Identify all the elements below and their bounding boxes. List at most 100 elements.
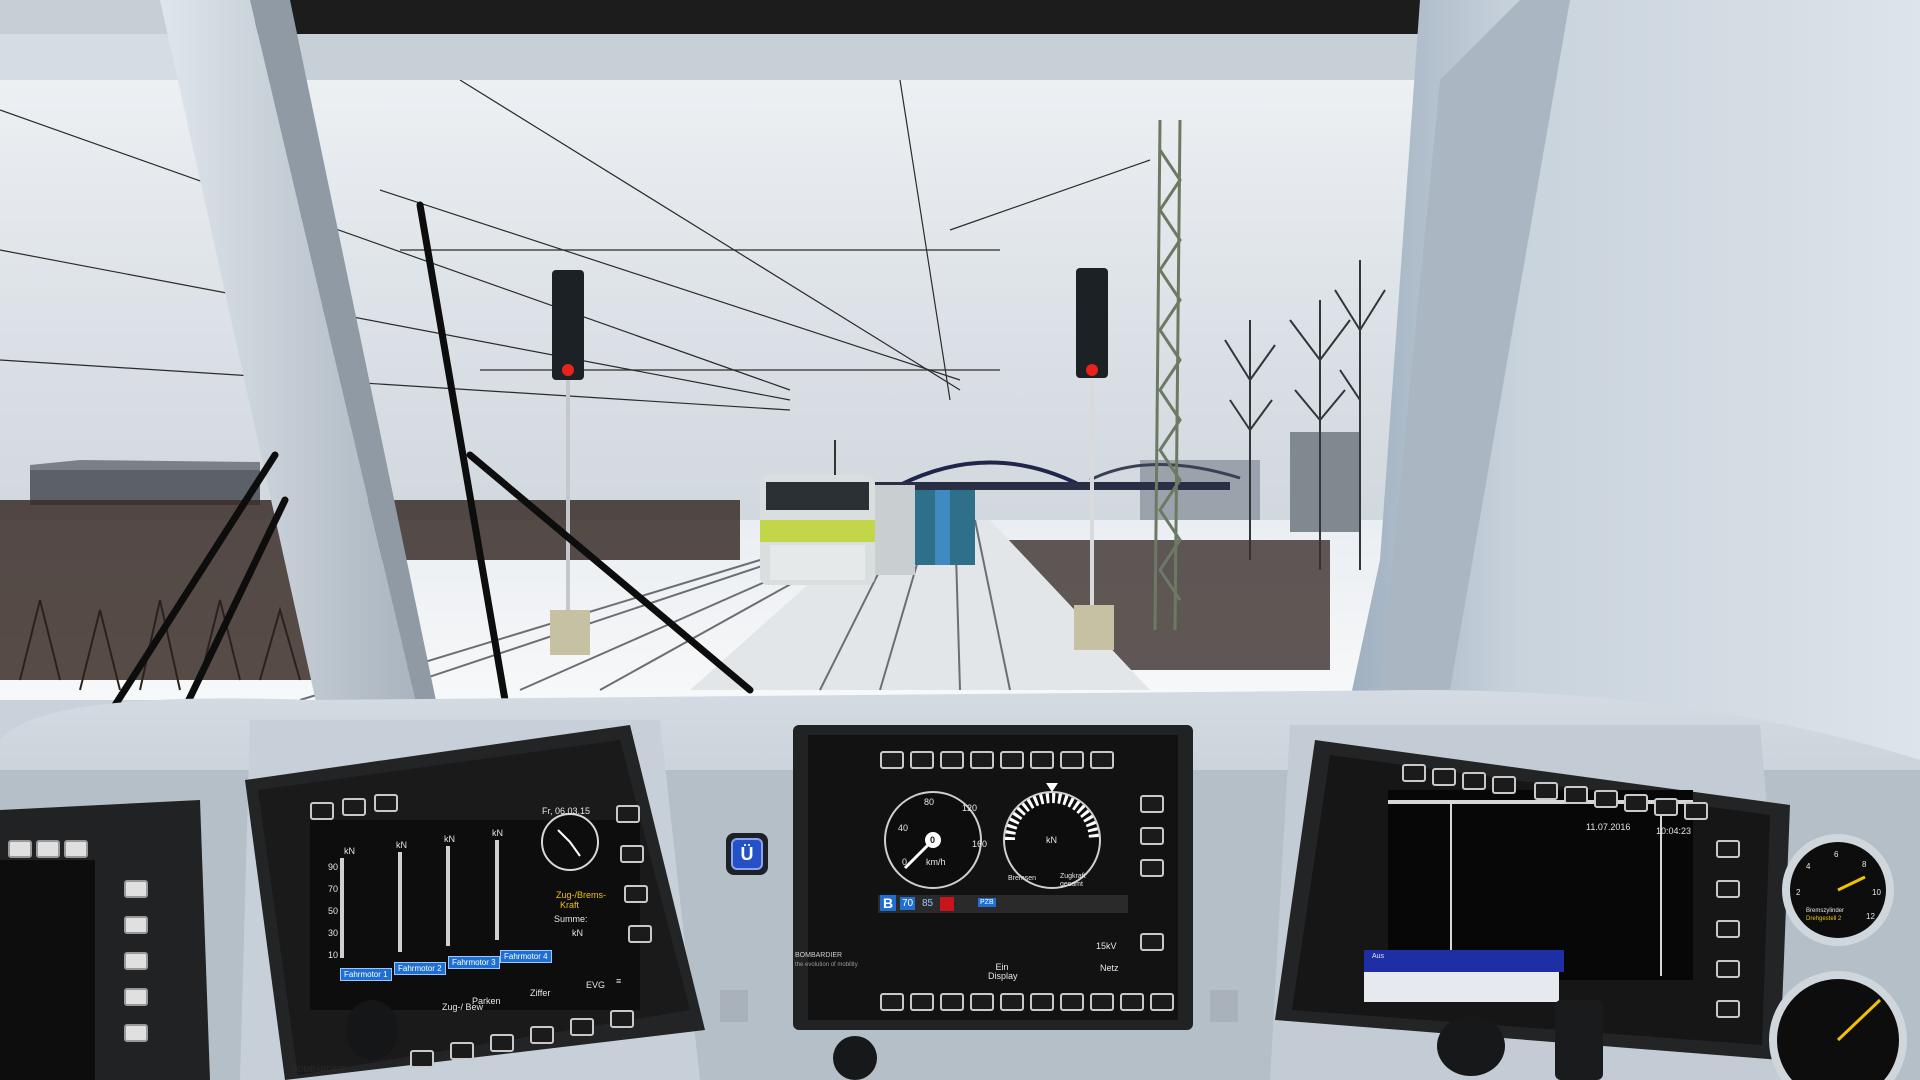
right-display: 11.07.2016 10:04:23 Aus [1372,760,1780,1060]
bottomkey[interactable] [610,1010,634,1028]
sidekey[interactable] [620,845,644,863]
far-left-key[interactable] [124,880,148,898]
sum-unit: kN [572,928,583,938]
motor-tag-1: Fahrmotor 1 [340,968,392,981]
speed-tick: 80 [924,797,935,807]
brand-center: BOMBARDIER [795,952,843,959]
pzb-tag: PZB [978,898,996,907]
gauge-tick: 6 [1834,850,1839,859]
left-display-bottomkeys [390,1010,650,1070]
far-left-key[interactable] [124,988,148,1006]
sum-label: Summe: [554,914,588,924]
center-bottomkey[interactable] [1120,993,1144,1011]
date-label: Fr, 06.03.15 [542,806,591,816]
center-bottomkey[interactable] [1090,993,1114,1011]
bottomkey[interactable] [530,1026,554,1044]
right-sidekey[interactable] [1716,1000,1740,1018]
right-topkey[interactable] [1684,802,1708,820]
override-u-icon[interactable]: Ü [731,838,763,870]
scale-tick: 90 [328,862,339,872]
speed-tick: 40 [898,823,909,833]
left-display: Fr, 06.03.15 kN kN kN kN 90 70 50 30 10 … [310,790,640,1012]
center-bottomkey[interactable] [910,993,934,1011]
center-display: 0 40 80 120 160 km/h 0 kN Bremsen Zugkra… [808,735,1178,1020]
right-topkey[interactable] [1462,772,1486,790]
far-left-key[interactable] [36,840,60,858]
unit-label-2: kN [396,840,407,850]
softkey-ein-display[interactable]: Ein Display [988,963,1018,981]
motor-tag-2: Fahrmotor 2 [394,962,446,975]
center-bottomkey[interactable] [970,993,994,1011]
center-bottomkey[interactable] [940,993,964,1011]
sidekey[interactable] [624,885,648,903]
center-sidekey[interactable] [1140,827,1164,845]
softkey-netz[interactable]: Netz [1100,963,1119,973]
gauge-tick: 12 [1866,912,1875,921]
center-topkey[interactable] [1090,751,1114,769]
right-topkey[interactable] [1564,786,1588,804]
center-topkey[interactable] [910,751,934,769]
center-topkey[interactable] [1000,751,1024,769]
right-topkey[interactable] [1402,764,1426,782]
center-bottomkey[interactable] [1000,993,1024,1011]
sidekey[interactable] [616,805,640,823]
center-bottomkey[interactable] [1060,993,1084,1011]
scale-tick: 50 [328,906,339,916]
lzb-value-1: 70 [900,897,916,910]
force-label-brake: Bremsen [1008,875,1037,882]
center-sidekey[interactable] [1140,795,1164,813]
bottomkey[interactable] [450,1042,474,1060]
softkey-label: Ziffer [530,988,551,998]
far-left-panel [0,840,180,1080]
far-left-key[interactable] [124,952,148,970]
right-topkey[interactable] [1492,776,1516,794]
bottomkey[interactable] [490,1034,514,1052]
center-topkey[interactable] [1060,751,1084,769]
center-topkey[interactable] [1030,751,1054,769]
right-sidekey[interactable] [1716,920,1740,938]
left-display-topkey[interactable] [374,794,398,812]
brand-center-sub: the evolution of mobility [795,962,858,968]
override-button-symbol: Ü [740,843,754,864]
center-topkey[interactable] [880,751,904,769]
lzb-value-2: 85 [922,898,934,909]
center-sidekey[interactable] [1140,933,1164,951]
mode-letter: B [880,895,897,911]
center-bottomkey[interactable] [1030,993,1054,1011]
right-sidekey[interactable] [1716,840,1740,858]
motor-tag-3: Fahrmotor 3 [448,956,500,969]
softkey-label: EVG [586,980,606,990]
bottomkey[interactable] [570,1018,594,1036]
left-display-topkey[interactable] [310,802,334,820]
center-topkey[interactable] [970,751,994,769]
left-display-sidekeys [612,805,652,965]
force-unit: kN [1046,835,1057,845]
center-bottomkey[interactable] [880,993,904,1011]
center-topkey[interactable] [940,751,964,769]
center-sidekey[interactable] [1140,859,1164,877]
far-left-key[interactable] [8,840,32,858]
softkey-label: ≡ [616,976,622,986]
center-bottomkey[interactable] [1150,993,1174,1011]
speed-tick: 160 [972,839,988,849]
right-topkey[interactable] [1594,790,1618,808]
right-sidekey[interactable] [1716,880,1740,898]
right-topkey[interactable] [1654,798,1678,816]
far-left-key[interactable] [124,916,148,934]
far-left-key[interactable] [64,840,88,858]
gauge-label-sub: Drehgestell 2 [1806,916,1842,922]
left-display-topkey[interactable] [342,798,366,816]
right-topkey[interactable] [1534,782,1558,800]
lzb-red-indicator [940,897,954,911]
far-left-key[interactable] [124,1024,148,1042]
sidekey[interactable] [628,925,652,943]
right-topkey[interactable] [1624,794,1648,812]
speed-value: 0 [930,835,936,845]
unit-label-3: kN [444,834,455,844]
voltage-label: 15kV [1096,941,1117,951]
right-sidekey[interactable] [1716,960,1740,978]
bottomkey[interactable] [410,1050,434,1068]
right-topkey[interactable] [1432,768,1456,786]
force-label-total: Zugkraft gesamt [1060,873,1086,888]
gauge-tick: 2 [1796,888,1801,897]
